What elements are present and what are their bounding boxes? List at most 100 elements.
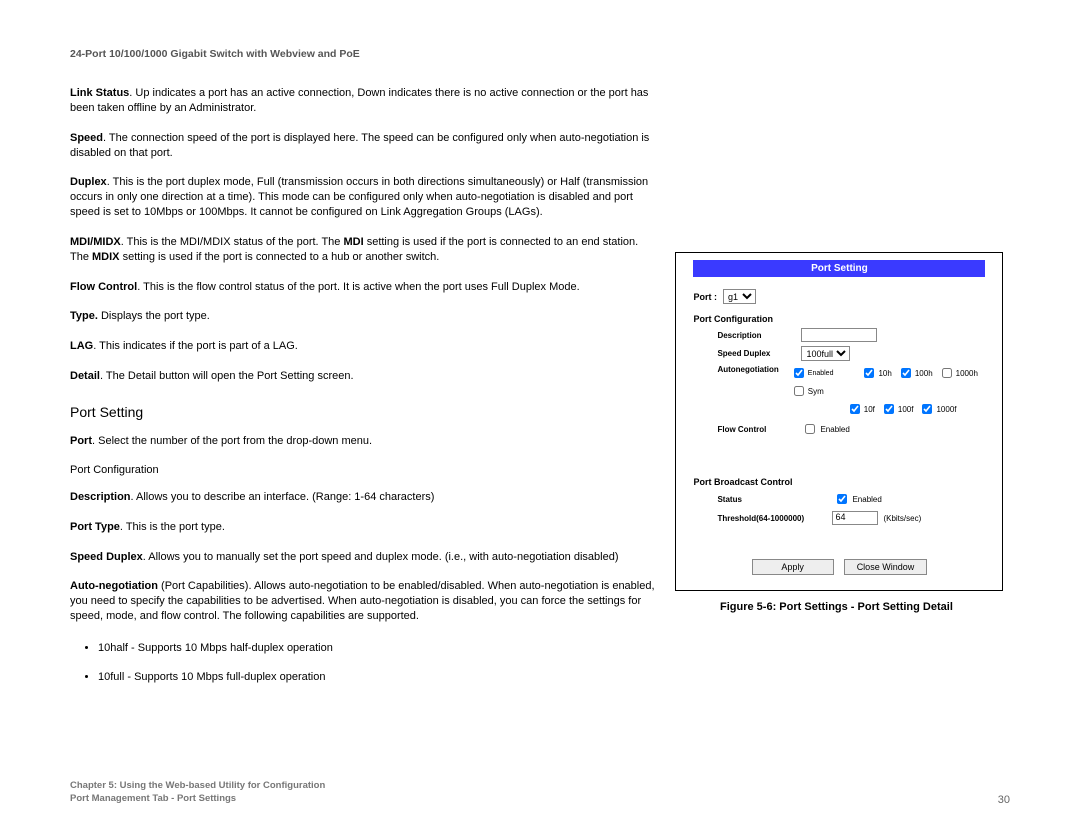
cap-10h-checkbox[interactable] [864, 368, 874, 378]
caps-row-1: Enabled 10h 100h 1000h Sym [790, 365, 986, 399]
cap-1000h-checkbox[interactable] [942, 368, 952, 378]
figure-caption: Figure 5-6: Port Settings - Port Setting… [675, 601, 997, 613]
port-setting-panel: Port Setting Port : g1 Port Configuratio… [675, 252, 1003, 591]
label-auto-negotiation: Auto-negotiation [70, 580, 158, 592]
label-flow-control: Flow Control [70, 281, 137, 293]
button-row: Apply Close Window [679, 551, 999, 587]
caps-row-2: 10f 100f 1000f [790, 401, 986, 417]
page-number: 30 [998, 794, 1010, 806]
port-configuration-label: Port Configuration [679, 306, 999, 326]
text-port-type: . This is the port type. [120, 521, 225, 533]
document-title: 24-Port 10/100/1000 Gigabit Switch with … [70, 48, 1010, 60]
threshold-label: Threshold(64-1000000) [717, 514, 827, 523]
right-column: Port Setting Port : g1 Port Configuratio… [675, 252, 1010, 613]
panel-title: Port Setting [693, 260, 985, 277]
cap-label: 100f [898, 405, 914, 414]
threshold-row: Threshold(64-1000000) 64 (Kbits/sec) [679, 509, 999, 527]
port-label: Port : [693, 292, 717, 302]
close-window-button[interactable]: Close Window [844, 559, 928, 575]
text-speed: . The connection speed of the port is di… [70, 132, 649, 159]
list-item: 10half - Supports 10 Mbps half-duplex op… [98, 639, 655, 658]
subheading-port-configuration: Port Configuration [70, 464, 655, 476]
cap-sym-checkbox[interactable] [794, 386, 804, 396]
cap-100f-checkbox[interactable] [884, 404, 894, 414]
paragraph-mdi: MDI/MIDX. This is the MDI/MDIX status of… [70, 235, 655, 265]
paragraph-flow-control: Flow Control. This is the flow control s… [70, 280, 655, 295]
section-heading-port-setting: Port Setting [70, 404, 655, 420]
threshold-input[interactable]: 64 [832, 511, 878, 525]
enabled-text: Enabled [808, 370, 834, 377]
paragraph-auto-negotiation: Auto-negotiation (Port Capabilities). Al… [70, 579, 655, 624]
autonegotiation-row: Autonegotiation Enabled 10h 100h 1000h S… [679, 363, 999, 419]
bold-mdi-2: MDIX [92, 251, 120, 263]
text-lag: . This indicates if the port is part of … [93, 340, 298, 352]
flow-control-row: Flow Control Enabled [679, 419, 999, 439]
footer-section: Port Management Tab - Port Settings [70, 793, 236, 804]
label-detail: Detail [70, 370, 100, 382]
autonegotiation-label: Autonegotiation [717, 365, 783, 374]
text-link-status: . Up indicates a port has an active conn… [70, 87, 648, 114]
paragraph-detail: Detail. The Detail button will open the … [70, 369, 655, 384]
label-speed: Speed [70, 132, 103, 144]
label-lag: LAG [70, 340, 93, 352]
text-mdi-3: setting is used if the port is connected… [120, 251, 440, 263]
paragraph-type: Type. Displays the port type. [70, 309, 655, 324]
status-row: Status Enabled [679, 489, 999, 509]
text-auto-negotiation: (Port Capabilities). Allows auto-negotia… [70, 580, 655, 622]
paragraph-duplex: Duplex. This is the port duplex mode, Fu… [70, 175, 655, 220]
text-mdi-1: . This is the MDI/MDIX status of the por… [121, 236, 344, 248]
paragraph-port: Port. Select the number of the port from… [70, 434, 655, 449]
label-type: Type. [70, 310, 98, 322]
enabled-checkbox[interactable] [794, 368, 804, 378]
cap-label: 100h [915, 369, 933, 378]
bold-mdi-1: MDI [343, 236, 363, 248]
label-description: Description [70, 491, 131, 503]
port-select[interactable]: g1 [723, 289, 756, 304]
cap-label: 1000f [936, 405, 956, 414]
text-duplex: . This is the port duplex mode, Full (tr… [70, 176, 648, 218]
paragraph-description: Description. Allows you to describe an i… [70, 490, 655, 505]
text-type: Displays the port type. [98, 310, 210, 322]
footer-chapter: Chapter 5: Using the Web-based Utility f… [70, 780, 325, 791]
paragraph-link-status: Link Status. Up indicates a port has an … [70, 86, 655, 116]
paragraph-port-type: Port Type. This is the port type. [70, 520, 655, 535]
status-checkbox[interactable] [837, 494, 847, 504]
list-item: 10full - Supports 10 Mbps full-duplex op… [98, 668, 655, 687]
speed-duplex-select[interactable]: 100full [801, 346, 850, 361]
paragraph-speed-duplex: Speed Duplex. Allows you to manually set… [70, 550, 655, 565]
broadcast-control-label: Port Broadcast Control [679, 469, 999, 489]
paragraph-speed: Speed. The connection speed of the port … [70, 131, 655, 161]
speed-duplex-row: Speed Duplex 100full [679, 344, 999, 363]
description-input[interactable] [801, 328, 877, 342]
label-link-status: Link Status [70, 87, 129, 99]
speed-duplex-label: Speed Duplex [717, 349, 795, 358]
cap-label: 10h [878, 369, 891, 378]
apply-button[interactable]: Apply [752, 559, 834, 575]
cap-label: Sym [808, 387, 824, 396]
left-column: Link Status. Up indicates a port has an … [70, 86, 655, 696]
cap-100h-checkbox[interactable] [901, 368, 911, 378]
text-description: . Allows you to describe an interface. (… [131, 491, 435, 503]
status-enabled-text: Enabled [852, 495, 881, 504]
page-footer: Chapter 5: Using the Web-based Utility f… [70, 780, 1010, 806]
port-row: Port : g1 [679, 287, 999, 306]
cap-10f-checkbox[interactable] [850, 404, 860, 414]
cap-1000f-checkbox[interactable] [922, 404, 932, 414]
label-speed-duplex: Speed Duplex [70, 551, 143, 563]
description-row: Description [679, 326, 999, 344]
flow-control-enabled-text: Enabled [820, 425, 849, 434]
label-mdi: MDI/MIDX [70, 236, 121, 248]
label-duplex: Duplex [70, 176, 107, 188]
status-label: Status [717, 495, 827, 504]
label-port: Port [70, 435, 92, 447]
description-label: Description [717, 331, 795, 340]
text-detail: . The Detail button will open the Port S… [100, 370, 354, 382]
text-flow-control: . This is the flow control status of the… [137, 281, 579, 293]
cap-label: 10f [864, 405, 875, 414]
paragraph-lag: LAG. This indicates if the port is part … [70, 339, 655, 354]
flow-control-checkbox[interactable] [805, 424, 815, 434]
cap-label: 1000h [956, 369, 978, 378]
threshold-units: (Kbits/sec) [883, 514, 921, 523]
label-port-type: Port Type [70, 521, 120, 533]
text-port: . Select the number of the port from the… [92, 435, 372, 447]
